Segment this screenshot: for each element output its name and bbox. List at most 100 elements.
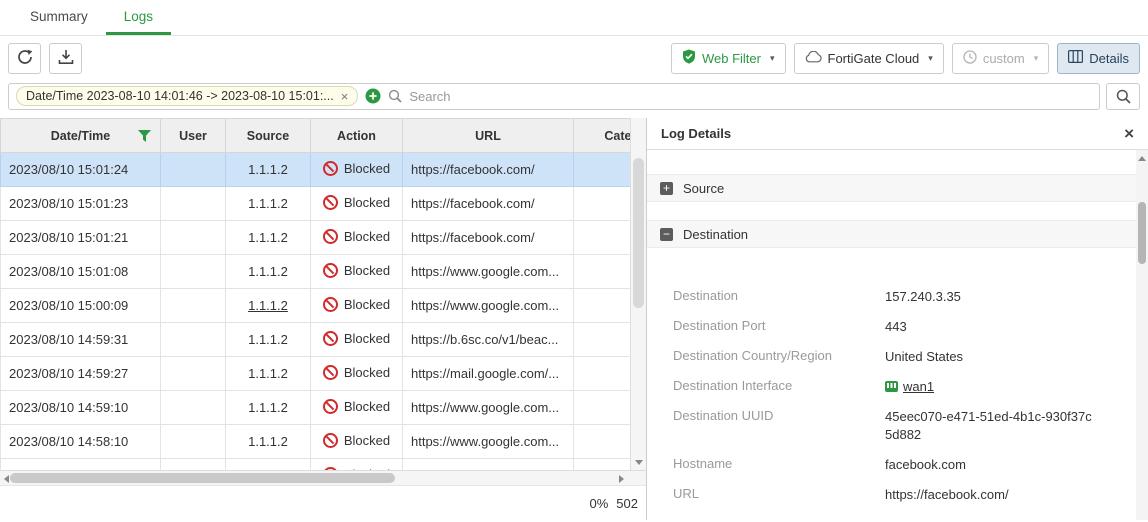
cell-datetime: 2023/08/10 15:01:24: [1, 153, 161, 187]
section-fields: Destination157.240.3.35Destination Port4…: [647, 266, 1136, 520]
column-header-label: Action: [337, 129, 376, 143]
details-toggle-button[interactable]: Details: [1057, 43, 1140, 74]
download-button[interactable]: [49, 43, 82, 74]
action-label: Blocked: [344, 229, 390, 244]
search-input[interactable]: Date/Time 2023-08-10 14:01:46 -> 2023-08…: [8, 83, 1100, 110]
cell-action: Blocked: [311, 459, 403, 471]
section-label: Destination: [683, 227, 748, 242]
tab-summary[interactable]: Summary: [12, 0, 106, 35]
table-row[interactable]: 2023/08/10 14:59:101.1.1.2Blockedhttps:/…: [1, 391, 647, 425]
cell-action: Blocked: [311, 289, 403, 323]
cell-url: https://www.google.com...: [403, 391, 574, 425]
blocked-icon: [323, 297, 338, 312]
scrollbar-thumb[interactable]: [1138, 202, 1146, 264]
blocked-icon: [323, 195, 338, 210]
column-header-url[interactable]: URL: [403, 119, 574, 153]
cell-source: 1.1.1.2: [226, 357, 311, 391]
filter-pill[interactable]: Date/Time 2023-08-10 14:01:46 -> 2023-08…: [16, 86, 358, 106]
cell-user: [161, 391, 226, 425]
table-row[interactable]: 2023/08/10 15:00:091.1.1.2Blockedhttps:/…: [1, 289, 647, 323]
cell-user: [161, 153, 226, 187]
table-columns-icon: [1068, 50, 1083, 66]
section-header-source[interactable]: + Source: [647, 174, 1136, 202]
cell-action: Blocked: [311, 187, 403, 221]
tab-logs[interactable]: Logs: [106, 0, 171, 35]
table-row[interactable]: 2023/08/10 15:01:081.1.1.2Blockedhttps:/…: [1, 255, 647, 289]
interface-link[interactable]: wan1: [903, 379, 934, 394]
cell-user: [161, 255, 226, 289]
cell-datetime: 2023/08/10 14:58:10: [1, 425, 161, 459]
search-button[interactable]: [1106, 83, 1140, 110]
table-row[interactable]: 2023/08/10 14:59:311.1.1.2Blockedhttps:/…: [1, 323, 647, 357]
device-dropdown[interactable]: FortiGate Cloud ▾: [794, 43, 944, 74]
field-label: Destination UUID: [673, 408, 885, 423]
section-header-destination[interactable]: −Destination: [647, 220, 1136, 248]
scroll-left-icon[interactable]: [4, 475, 9, 483]
search-placeholder: Search: [409, 89, 450, 104]
scrollbar-thumb[interactable]: [633, 158, 644, 308]
table-row[interactable]: Blocked: [1, 459, 647, 471]
scrollbar-thumb[interactable]: [10, 473, 395, 483]
field-value: 443: [885, 318, 1125, 336]
refresh-button[interactable]: [8, 43, 41, 74]
cell-datetime: 2023/08/10 14:59:27: [1, 357, 161, 391]
log-table-grid: Date/Time User Source Action URL Categor…: [0, 118, 646, 470]
log-table: Date/Time User Source Action URL Categor…: [0, 118, 646, 470]
detail-field: Destination Interfacewan1: [673, 372, 1128, 402]
cell-source: 1.1.1.2: [226, 187, 311, 221]
collapse-icon[interactable]: −: [660, 228, 673, 241]
table-row[interactable]: 2023/08/10 15:01:241.1.1.2Blockedhttps:/…: [1, 153, 647, 187]
time-range-dropdown[interactable]: custom ▾: [952, 43, 1049, 74]
cell-source: 1.1.1.2: [226, 425, 311, 459]
column-header-datetime[interactable]: Date/Time: [1, 119, 161, 153]
add-filter-icon[interactable]: [365, 88, 381, 104]
detail-field: URLhttps://facebook.com/: [673, 480, 1128, 510]
cell-datetime: 2023/08/10 14:59:31: [1, 323, 161, 357]
scroll-right-icon[interactable]: [619, 475, 624, 483]
scroll-up-icon[interactable]: [1138, 156, 1146, 161]
section-label: Source: [683, 181, 724, 196]
cell-url: https://b.6sc.co/v1/beac...: [403, 323, 574, 357]
cell-user: [161, 289, 226, 323]
filter-pill-label: Date/Time 2023-08-10 14:01:46 -> 2023-08…: [26, 89, 334, 103]
cell-url: https://facebook.com/: [403, 187, 574, 221]
details-scrollbar[interactable]: [1136, 150, 1148, 520]
table-row[interactable]: 2023/08/10 15:01:211.1.1.2Blockedhttps:/…: [1, 221, 647, 255]
column-header-label: URL: [475, 129, 501, 143]
cell-datetime: 2023/08/10 15:01:21: [1, 221, 161, 255]
cell-action: Blocked: [311, 323, 403, 357]
scroll-down-icon[interactable]: [635, 460, 643, 465]
details-header: Log Details ×: [647, 118, 1148, 150]
magnifier-icon: [1116, 89, 1131, 104]
remove-filter-icon[interactable]: ×: [341, 90, 349, 103]
device-label: FortiGate Cloud: [828, 51, 920, 66]
clock-icon: [963, 50, 977, 67]
cell-user: [161, 221, 226, 255]
cell-user: [161, 323, 226, 357]
cell-url: https://facebook.com/: [403, 153, 574, 187]
cell-action: Blocked: [311, 255, 403, 289]
cell-user: [161, 357, 226, 391]
expand-icon[interactable]: +: [660, 182, 673, 195]
filter-funnel-icon[interactable]: [138, 130, 151, 142]
blocked-icon: [323, 331, 338, 346]
details-sections: +Source−DestinationDestination157.240.3.…: [647, 174, 1136, 520]
action-label: Blocked: [344, 331, 390, 346]
log-details-panel: Log Details × +Source−DestinationDestina…: [646, 118, 1148, 520]
cell-source: 1.1.1.2: [226, 289, 311, 323]
column-header-action[interactable]: Action: [311, 119, 403, 153]
detail-field: Destination UUID45eec070-e471-51ed-4b1c-…: [673, 402, 1128, 450]
table-horizontal-scrollbar[interactable]: [0, 470, 646, 486]
detail-field: Destination157.240.3.35: [673, 282, 1128, 312]
table-row[interactable]: 2023/08/10 15:01:231.1.1.2Blockedhttps:/…: [1, 187, 647, 221]
table-row[interactable]: 2023/08/10 14:58:101.1.1.2Blockedhttps:/…: [1, 425, 647, 459]
table-vertical-scrollbar[interactable]: [630, 118, 646, 470]
table-row[interactable]: 2023/08/10 14:59:271.1.1.2Blockedhttps:/…: [1, 357, 647, 391]
chevron-down-icon: ▾: [770, 53, 775, 64]
web-filter-dropdown[interactable]: Web Filter ▾: [671, 43, 786, 74]
close-icon[interactable]: ×: [1124, 125, 1134, 142]
field-value[interactable]: wan1: [885, 378, 1125, 396]
column-header-user[interactable]: User: [161, 119, 226, 153]
field-label: Destination: [673, 288, 885, 303]
column-header-source[interactable]: Source: [226, 119, 311, 153]
